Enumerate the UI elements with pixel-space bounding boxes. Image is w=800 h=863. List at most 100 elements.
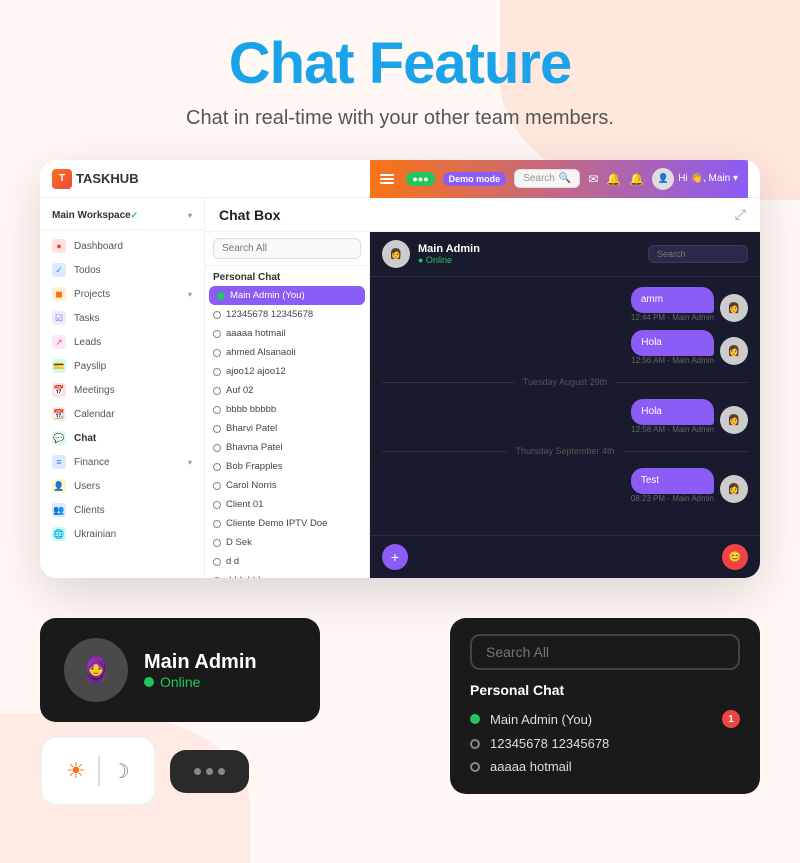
contact-name: Bhavna Patel xyxy=(226,442,283,453)
search-icon: 🔍 xyxy=(559,173,571,184)
contact-item-cliente[interactable]: Cliente Demo IPTV Doe xyxy=(205,514,369,533)
app-logo: T TASKHUB xyxy=(52,169,139,189)
contact-item-main-admin[interactable]: Main Admin (You) xyxy=(209,286,365,305)
message-row: 👩 amm 12:44 PM - Main Admin xyxy=(382,287,748,322)
contact-item-aaaaa[interactable]: aaaaa hotmail xyxy=(205,324,369,343)
contact-name: Client 01 xyxy=(226,499,264,510)
email-icon[interactable]: ✉ xyxy=(588,172,598,186)
contact-item-bharvi[interactable]: Bharvi Patel xyxy=(205,419,369,438)
date-divider-2: Thursday September 4th xyxy=(382,442,748,460)
contact-name: ddd ddd xyxy=(226,575,260,578)
contact-item-bbbb[interactable]: bbbb bbbbb xyxy=(205,400,369,419)
contact-item-carol[interactable]: Carol Norris xyxy=(205,476,369,495)
bell-icon[interactable]: 🔔 xyxy=(606,172,621,186)
hamburger-icon[interactable] xyxy=(380,174,394,184)
projects-arrow: ▾ xyxy=(188,290,192,299)
sidebar-item-projects[interactable]: ◼ Projects ▾ xyxy=(40,282,204,306)
chat-box-container: Chat Box ⤢ Personal Chat Main A xyxy=(205,198,760,578)
unread-badge: 1 xyxy=(722,710,740,728)
contact-section-title: Personal Chat xyxy=(205,266,369,286)
message-bubble: Hola xyxy=(631,399,714,425)
message-content: amm 12:44 PM - Main Admin xyxy=(631,287,714,322)
topbar-search[interactable]: Search 🔍 xyxy=(514,169,580,188)
contact-name: Auf 02 xyxy=(226,385,253,396)
contact-item-bob[interactable]: Bob Frapples xyxy=(205,457,369,476)
sidebar-label-projects: Projects xyxy=(74,289,110,300)
sidebar-label-finance: Finance xyxy=(74,457,110,468)
workspace-label[interactable]: Main Workspace ✓ ▾ xyxy=(40,206,204,230)
payslip-icon: 💳 xyxy=(52,359,66,373)
search-online-dot xyxy=(470,714,480,724)
search-contact-12345678[interactable]: 12345678 12345678 xyxy=(470,732,740,755)
page-title: Chat Feature xyxy=(229,30,572,97)
profile-name: Main Admin xyxy=(144,651,257,674)
sidebar-item-leads[interactable]: ↗ Leads xyxy=(40,330,204,354)
status-dot xyxy=(144,677,154,687)
message-bubble: Hola xyxy=(631,330,714,356)
sidebar-item-payslip[interactable]: 💳 Payslip xyxy=(40,354,204,378)
sidebar-item-users[interactable]: 👤 Users xyxy=(40,474,204,498)
sidebar-item-tasks[interactable]: ☑ Tasks xyxy=(40,306,204,330)
dashboard-icon: ● xyxy=(52,239,66,253)
contact-search-input[interactable] xyxy=(213,238,361,259)
chat-content: Personal Chat Main Admin (You) 12345678 … xyxy=(205,232,760,578)
sidebar-item-dashboard[interactable]: ● Dashboard xyxy=(40,234,204,258)
search-contact-name: 12345678 12345678 xyxy=(490,736,609,751)
contact-item-12345678[interactable]: 12345678 12345678 xyxy=(205,305,369,324)
messages-footer: + 😊 xyxy=(370,535,760,578)
user-label: Hi 👋, Main ▾ xyxy=(678,173,738,184)
demo-mode-btn[interactable]: Demo mode xyxy=(443,172,507,186)
sidebar-item-clients[interactable]: 👥 Clients xyxy=(40,498,204,522)
message-content: Hola 12:56 AM - Main Admin xyxy=(631,330,714,365)
sidebar-item-calendar[interactable]: 📆 Calendar xyxy=(40,402,204,426)
contact-item-ahmed[interactable]: ahmed Alsanaoli xyxy=(205,343,369,362)
offline-dot xyxy=(213,520,221,528)
projects-icon: ◼ xyxy=(52,287,66,301)
notification-icon[interactable]: 🔔 xyxy=(629,172,644,186)
sidebar-item-chat[interactable]: 💬 Chat xyxy=(40,426,204,450)
offline-dot xyxy=(213,330,221,338)
user-avatar: 👤 xyxy=(652,168,674,190)
sidebar-label-users: Users xyxy=(74,481,100,492)
offline-dot xyxy=(213,406,221,414)
green-status-btn[interactable]: ●●● xyxy=(406,172,434,186)
contact-name: Bob Frapples xyxy=(226,461,283,472)
theme-toggle-card[interactable]: ☀ ☽ xyxy=(40,736,156,806)
contact-name: Carol Norris xyxy=(226,480,277,491)
search-all-input[interactable] xyxy=(470,634,740,670)
contact-item-bhavna[interactable]: Bhavna Patel xyxy=(205,438,369,457)
sidebar-item-ukrainian[interactable]: 🌐 Ukrainian xyxy=(40,522,204,546)
contact-item-ajoo[interactable]: ajoo12 ajoo12 xyxy=(205,362,369,381)
contact-item-client01[interactable]: Client 01 xyxy=(205,495,369,514)
contact-name: Cliente Demo IPTV Doe xyxy=(226,518,327,529)
sidebar-item-todos[interactable]: ✓ Todos xyxy=(40,258,204,282)
sidebar-label-ukrainian: Ukrainian xyxy=(74,529,116,540)
expand-icon[interactable]: ⤢ xyxy=(735,206,746,223)
message-bubble: amm xyxy=(631,287,714,313)
contact-name: bbbb bbbbb xyxy=(226,404,276,415)
offline-dot xyxy=(213,558,221,566)
dots-button[interactable] xyxy=(170,750,249,793)
sidebar-label-leads: Leads xyxy=(74,337,101,348)
messages-search-input[interactable] xyxy=(648,245,748,263)
contact-item-auf[interactable]: Auf 02 xyxy=(205,381,369,400)
contact-item-dsek[interactable]: D Sek xyxy=(205,533,369,552)
offline-dot xyxy=(213,577,221,579)
profile-card: 🧕 Main Admin Online xyxy=(40,618,320,722)
sidebar-item-meetings[interactable]: 📅 Meetings xyxy=(40,378,204,402)
sidebar-item-finance[interactable]: ≡ Finance ▾ xyxy=(40,450,204,474)
contact-search-area xyxy=(205,232,369,266)
sender-avatar: 👩 xyxy=(720,337,748,365)
emoji-button[interactable]: 😊 xyxy=(722,544,748,570)
user-avatar-area[interactable]: 👤 Hi 👋, Main ▾ xyxy=(652,168,738,190)
contact-item-dd[interactable]: d d xyxy=(205,552,369,571)
compose-button[interactable]: + xyxy=(382,544,408,570)
contact-item-dddddd[interactable]: ddd ddd xyxy=(205,571,369,578)
messages-user-name: Main Admin xyxy=(418,243,480,255)
search-contact-aaaaa[interactable]: aaaaa hotmail xyxy=(470,755,740,778)
search-contact-name: aaaaa hotmail xyxy=(490,759,572,774)
app-screenshot: T TASKHUB ●●● Demo mode Search 🔍 ✉ 🔔 🔔 👤 xyxy=(40,160,760,578)
search-contact-main-admin[interactable]: Main Admin (You) 1 xyxy=(470,706,740,732)
sidebar-label-chat: Chat xyxy=(74,433,96,444)
offline-dot xyxy=(213,482,221,490)
